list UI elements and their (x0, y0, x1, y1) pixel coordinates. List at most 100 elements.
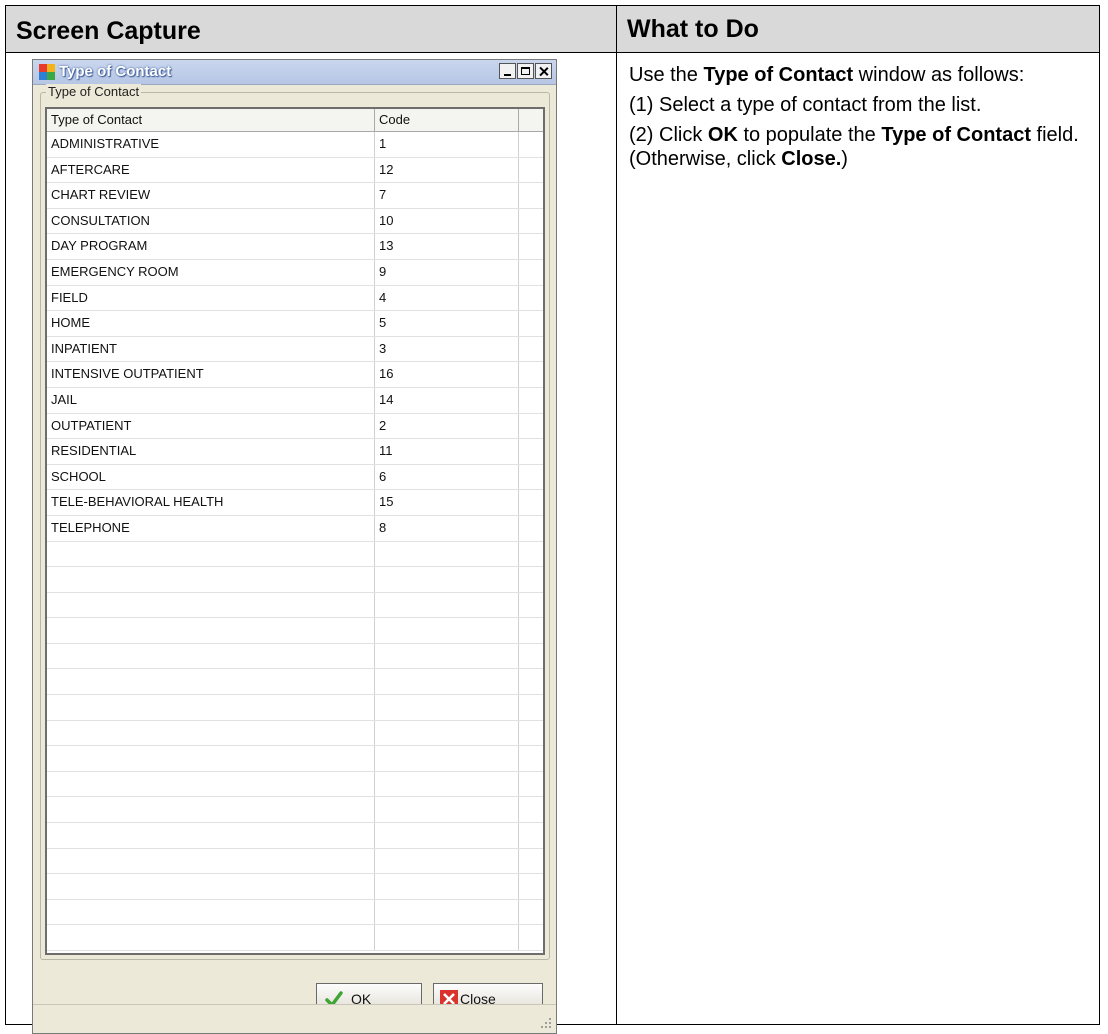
cell-code: 1 (375, 132, 519, 157)
empty-row (47, 592, 543, 619)
empty-cell (375, 720, 519, 746)
table-row[interactable]: TELEPHONE 8 (47, 515, 543, 542)
cell-blank (519, 158, 543, 183)
table-row[interactable]: CONSULTATION 10 (47, 208, 543, 235)
empty-cell (375, 567, 519, 592)
cell-type: RESIDENTIAL (47, 439, 375, 464)
empty-cell (47, 848, 375, 874)
window-titlebar[interactable]: Type of Contact (33, 60, 556, 85)
header-what-to-do: What to Do (616, 5, 1100, 53)
table-row[interactable]: EMERGENCY ROOM 9 (47, 259, 543, 286)
column-header-type[interactable]: Type of Contact (47, 109, 375, 131)
table-row[interactable]: DAY PROGRAM 13 (47, 234, 543, 260)
contact-type-grid[interactable]: Type of Contact Code ADMINISTRATIVE 1 AFTE… (45, 107, 545, 955)
empty-row (47, 643, 543, 670)
empty-row (47, 899, 543, 926)
table-row[interactable]: INTENSIVE OUTPATIENT 16 (47, 362, 543, 388)
type-of-contact-group: Type of Contact Type of Contact Code ADM… (40, 84, 550, 960)
cell-type: OUTPATIENT (47, 413, 375, 439)
cell-blank (519, 465, 543, 490)
empty-cell (519, 797, 543, 822)
empty-row (47, 618, 543, 644)
empty-cell (519, 874, 543, 899)
table-row[interactable]: RESIDENTIAL 11 (47, 439, 543, 465)
table-row[interactable]: INPATIENT 3 (47, 336, 543, 363)
cell-blank (519, 388, 543, 413)
empty-cell (47, 643, 375, 669)
empty-row (47, 823, 543, 849)
window-title: Type of Contact (59, 63, 172, 80)
cell-code: 13 (375, 234, 519, 259)
table-row[interactable]: JAIL 14 (47, 387, 543, 414)
empty-row (47, 771, 543, 798)
empty-cell (519, 823, 543, 848)
empty-row (47, 874, 543, 900)
cell-code: 12 (375, 157, 519, 183)
empty-cell (375, 848, 519, 874)
empty-cell (47, 899, 375, 925)
empty-row (47, 541, 543, 568)
group-label: Type of Contact (46, 84, 142, 99)
app-icon (39, 64, 55, 80)
what-to-do-cell: Use the Type of Contact window as follow… (616, 52, 1100, 1025)
empty-cell (47, 797, 375, 823)
empty-cell (375, 925, 519, 950)
cell-type: TELE-BEHAVIORAL HEALTH (47, 490, 375, 515)
empty-cell (375, 643, 519, 669)
table-row[interactable]: AFTERCARE 12 (47, 157, 543, 184)
cell-type: AFTERCARE (47, 157, 375, 183)
cell-type: ADMINISTRATIVE (47, 132, 375, 157)
table-row[interactable]: TELE-BEHAVIORAL HEALTH 15 (47, 490, 543, 516)
cell-code: 16 (375, 362, 519, 387)
empty-cell (47, 771, 375, 797)
table-row[interactable]: SCHOOL 6 (47, 464, 543, 491)
table-row[interactable]: HOME 5 (47, 311, 543, 337)
empty-cell (519, 593, 543, 618)
table-row[interactable]: CHART REVIEW 7 (47, 183, 543, 209)
cell-blank (519, 260, 543, 285)
empty-cell (47, 746, 375, 771)
grid-header: Type of Contact Code (47, 109, 543, 132)
table-row[interactable]: OUTPATIENT 2 (47, 413, 543, 440)
empty-cell (375, 541, 519, 567)
cell-code: 7 (375, 183, 519, 208)
cell-code: 4 (375, 285, 519, 311)
cell-type: HOME (47, 311, 375, 336)
instruction-intro: Use the Type of Contact window as follow… (629, 64, 1025, 86)
empty-cell (375, 899, 519, 925)
table-row[interactable]: ADMINISTRATIVE 1 (47, 132, 543, 158)
empty-cell (47, 592, 375, 618)
cell-blank (519, 286, 543, 311)
empty-cell (375, 823, 519, 848)
empty-cell (47, 925, 375, 950)
empty-row (47, 695, 543, 721)
cell-blank (519, 183, 543, 208)
cell-code: 15 (375, 490, 519, 515)
cell-type: INTENSIVE OUTPATIENT (47, 362, 375, 387)
empty-cell (519, 618, 543, 643)
cell-type: CONSULTATION (47, 208, 375, 234)
cell-type: INPATIENT (47, 336, 375, 362)
empty-cell (47, 541, 375, 567)
empty-cell (519, 925, 543, 950)
grid-body: ADMINISTRATIVE 1 AFTERCARE 12 CHART REVIEW 7 C… (47, 132, 543, 951)
table-row[interactable]: FIELD 4 (47, 285, 543, 312)
cell-code: 8 (375, 515, 519, 541)
resize-grip-icon[interactable] (540, 1017, 552, 1029)
empty-row (47, 567, 543, 593)
empty-row (47, 925, 543, 951)
cell-type: JAIL (47, 387, 375, 413)
cell-type: DAY PROGRAM (47, 234, 375, 259)
minimize-icon[interactable] (499, 63, 516, 79)
cell-type: FIELD (47, 285, 375, 311)
cell-blank (519, 234, 543, 259)
empty-row (47, 746, 543, 772)
close-window-icon[interactable] (535, 63, 552, 79)
maximize-icon[interactable] (517, 63, 534, 79)
column-header-code[interactable]: Code (375, 109, 519, 131)
cell-code: 3 (375, 336, 519, 362)
empty-cell (375, 771, 519, 797)
cell-blank (519, 132, 543, 157)
empty-cell (47, 567, 375, 592)
empty-cell (519, 644, 543, 669)
